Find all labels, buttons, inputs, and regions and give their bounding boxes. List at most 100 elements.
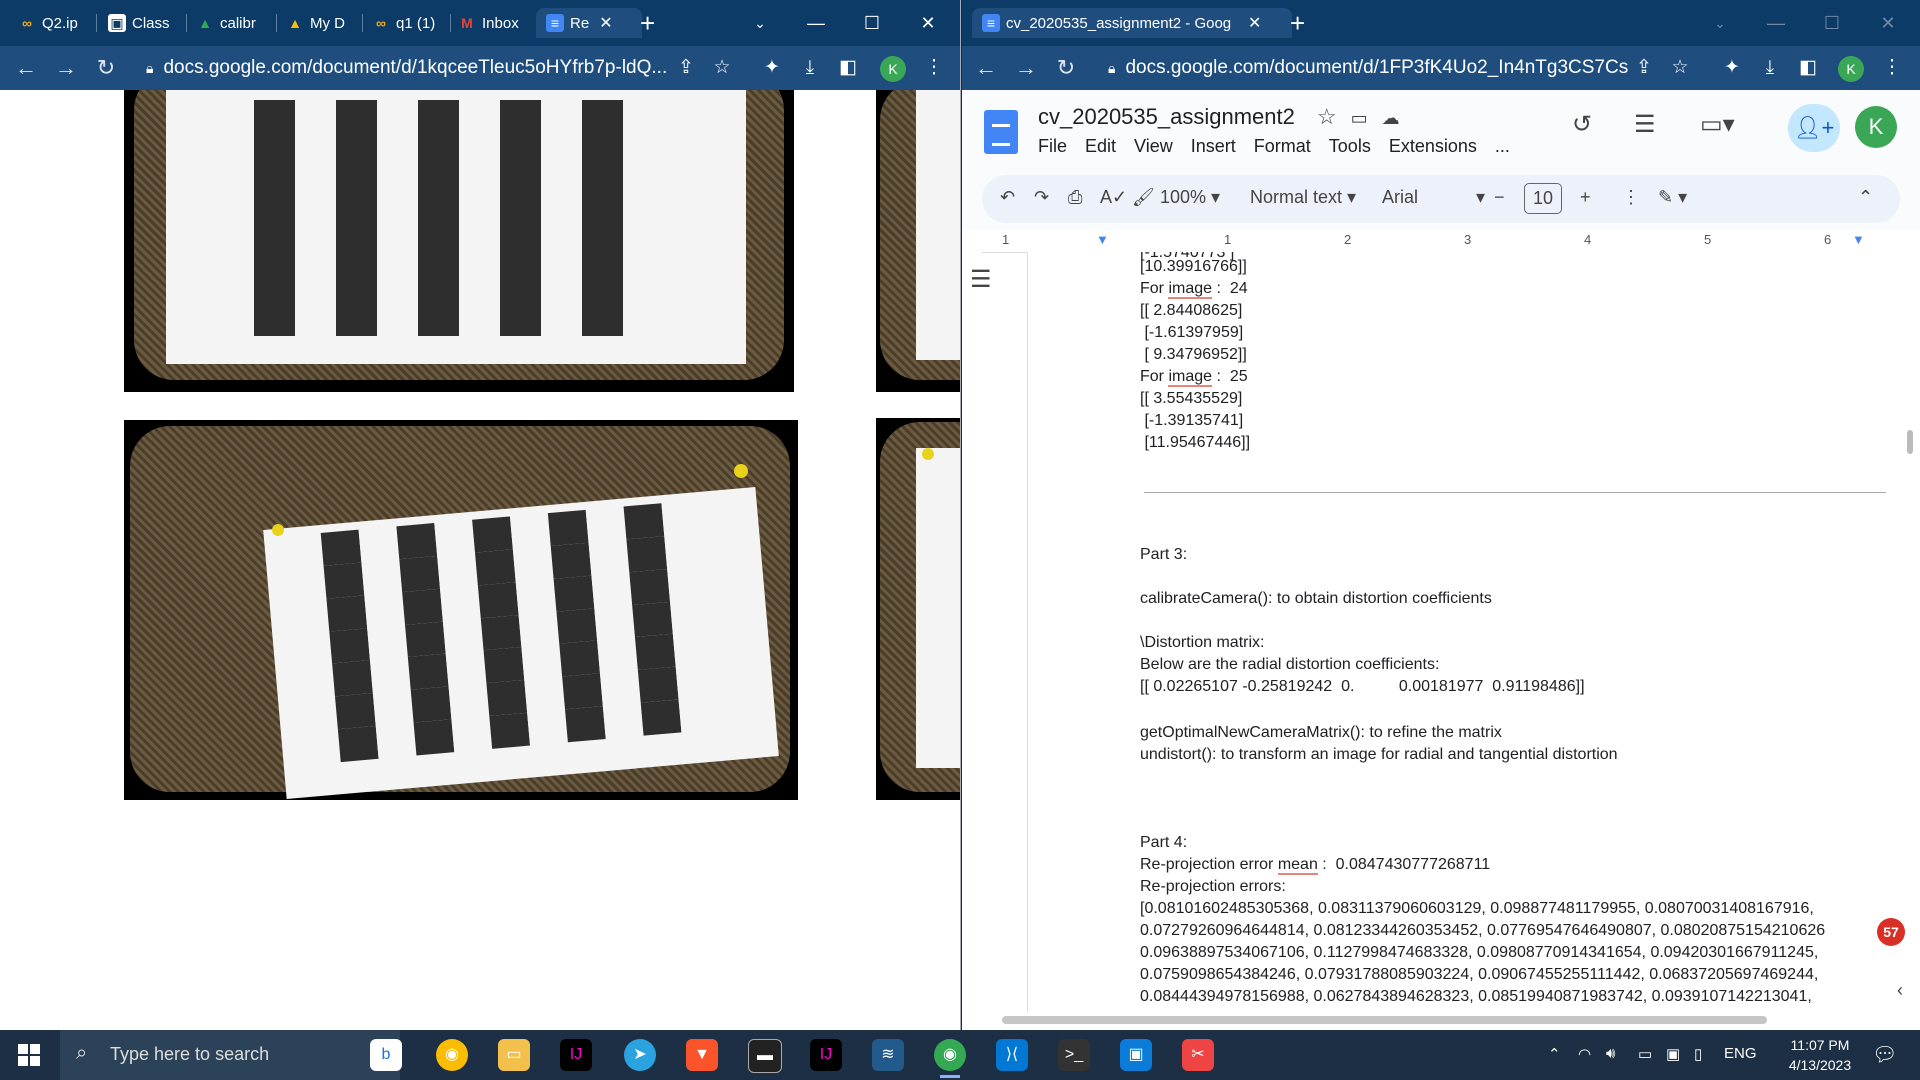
account-avatar[interactable]: K <box>1855 106 1897 148</box>
spellcheck-icon[interactable]: A✓ <box>1100 187 1127 208</box>
chrome-active-icon[interactable]: ◉ <box>934 1039 966 1078</box>
editing-mode-icon[interactable]: ✎ ▾ <box>1658 187 1687 208</box>
tray-overflow-icon[interactable]: ⌃ <box>1548 1045 1561 1063</box>
minimize-button[interactable]: — <box>788 0 844 46</box>
style-select[interactable]: Normal text ▾ <box>1250 187 1356 208</box>
bing-icon[interactable]: b <box>370 1039 402 1071</box>
profile-avatar[interactable]: K <box>880 56 906 82</box>
download-icon[interactable]: ⤓ <box>796 54 824 82</box>
paint-format-icon[interactable]: 🖌︎ <box>1132 187 1155 208</box>
menu-view[interactable]: View <box>1134 136 1173 157</box>
docs-logo-icon[interactable] <box>984 110 1018 154</box>
mysql-workbench-icon[interactable]: ≋ <box>872 1039 904 1071</box>
tab-my-drive[interactable]: ▲ My D <box>286 8 362 38</box>
print-icon[interactable]: ⎙ <box>1068 187 1082 208</box>
indent-marker-icon[interactable]: ▼ <box>1096 232 1109 247</box>
share-button[interactable]: 👤︎+ <box>1788 104 1840 152</box>
wifi-icon[interactable]: ◠ <box>1578 1045 1591 1063</box>
chrome-icon[interactable]: ◉ <box>436 1039 468 1071</box>
brave-icon[interactable]: ▼ <box>686 1039 718 1071</box>
cmd-icon[interactable]: >_ <box>1058 1039 1090 1071</box>
close-icon[interactable]: ✕ <box>1248 13 1261 33</box>
tab-inbox[interactable]: M Inbox <box>458 8 532 38</box>
close-icon[interactable]: ✕ <box>599 13 612 33</box>
star-icon[interactable]: ☆ <box>1317 104 1337 129</box>
vertical-scrollbar[interactable] <box>1907 430 1913 454</box>
file-explorer-icon[interactable]: ▭ <box>498 1039 530 1071</box>
share-icon[interactable]: ⇪ <box>1630 54 1658 82</box>
menu-edit[interactable]: Edit <box>1085 136 1116 157</box>
tab-report[interactable]: ≡ Re ✕ <box>536 8 642 38</box>
horizontal-scrollbar[interactable] <box>1002 1016 1767 1024</box>
url-field[interactable]: 🔒︎ docs.google.com/document/d/1FP3fK4Uo2_… <box>1108 53 1628 83</box>
telegram-icon[interactable]: ➤ <box>624 1039 656 1071</box>
reload-icon[interactable]: ↻ <box>1052 54 1080 82</box>
menu-extensions[interactable]: Extensions <box>1389 136 1477 157</box>
meet-now-icon[interactable]: ▣ <box>1666 1045 1680 1063</box>
menu-insert[interactable]: Insert <box>1191 136 1236 157</box>
side-panel-icon[interactable]: ◧ <box>1794 54 1822 82</box>
language-indicator[interactable]: ENG <box>1724 1045 1757 1062</box>
close-window-button[interactable]: ✕ <box>1860 0 1916 46</box>
increase-font-size-button[interactable]: + <box>1580 187 1591 208</box>
comments-icon[interactable]: ☰ <box>1634 110 1656 139</box>
minimize-button[interactable]: — <box>1748 0 1804 46</box>
tab-calibr[interactable]: ▲ calibr <box>196 8 272 38</box>
menu-icon[interactable]: ⋮ <box>920 54 948 82</box>
intellij-icon[interactable]: IJ <box>560 1039 592 1071</box>
menu-icon[interactable]: ⋮ <box>1878 54 1906 82</box>
undo-icon[interactable]: ↶ <box>1000 187 1015 208</box>
tab-search-icon[interactable]: ⌄ <box>732 0 788 46</box>
menu-more[interactable]: ... <box>1495 136 1510 157</box>
move-folder-icon[interactable]: ▭ <box>1351 108 1368 128</box>
taskbar-search[interactable]: ⌕ Type here to search <box>60 1030 400 1080</box>
new-tab-button[interactable]: + <box>1290 8 1305 38</box>
side-panel-toggle-icon[interactable]: ‹ <box>1897 980 1903 1001</box>
extensions-icon[interactable]: ✦ <box>758 54 786 82</box>
document-title[interactable]: cv_2020535_assignment2 ☆ ▭ ☁ <box>1038 104 1400 130</box>
close-window-button[interactable]: ✕ <box>900 0 956 46</box>
menu-format[interactable]: Format <box>1254 136 1311 157</box>
side-panel-icon[interactable]: ◧ <box>834 54 862 82</box>
maximize-button[interactable]: ☐ <box>1804 0 1860 46</box>
menu-file[interactable]: File <box>1038 136 1067 157</box>
profile-avatar[interactable]: K <box>1838 56 1864 82</box>
grammarly-badge[interactable]: 57 <box>1877 918 1905 946</box>
extensions-icon[interactable]: ✦ <box>1718 54 1746 82</box>
notifications-icon[interactable]: 💬︎ <box>1872 1042 1897 1067</box>
volume-icon[interactable]: 🔊︎ <box>1606 1045 1615 1062</box>
tab-q2[interactable]: ∞ Q2.ip <box>18 8 90 38</box>
document-page[interactable]: [-1.5740773 ] [10.39916766]] For image :… <box>1027 252 1918 1012</box>
decrease-font-size-button[interactable]: − <box>1494 187 1505 208</box>
back-icon[interactable]: ← <box>12 54 40 82</box>
new-tab-button[interactable]: + <box>640 8 655 38</box>
clock[interactable]: 11:07 PM 4/13/2023 <box>1770 1035 1870 1075</box>
battery-icon[interactable]: ▭ <box>1638 1045 1652 1063</box>
windows-start-icon[interactable] <box>18 1044 40 1066</box>
font-select[interactable]: Arial ▾ <box>1382 187 1485 208</box>
right-indent-marker-icon[interactable]: ▼ <box>1852 232 1865 247</box>
version-history-icon[interactable]: ↺ <box>1572 110 1592 139</box>
menu-tools[interactable]: Tools <box>1329 136 1371 157</box>
vscode-icon[interactable]: ⟩⟨ <box>996 1039 1028 1071</box>
tab-cv-assignment[interactable]: ≡ cv_2020535_assignment2 - Goog ✕ <box>972 8 1292 38</box>
font-size-field[interactable]: 10 <box>1524 183 1563 214</box>
url-field[interactable]: 🔒︎ docs.google.com/document/d/1kqceeTleuc… <box>146 53 676 83</box>
onedrive-icon[interactable]: ▯ <box>1694 1045 1702 1063</box>
star-icon[interactable]: ☆ <box>1666 54 1694 82</box>
virtualbox-icon[interactable]: ▣ <box>1120 1039 1152 1071</box>
back-icon[interactable]: ← <box>972 54 1000 82</box>
snipping-tool-icon[interactable]: ✂ <box>1182 1039 1214 1071</box>
zoom-select[interactable]: 100% ▾ <box>1160 187 1220 208</box>
tab-q1[interactable]: ∞ q1 (1) <box>372 8 446 38</box>
maximize-button[interactable]: ☐ <box>844 0 900 46</box>
intellij-2-icon[interactable]: IJ <box>810 1039 842 1071</box>
collapse-toolbar-icon[interactable]: ⌃ <box>1858 187 1873 208</box>
share-icon[interactable]: ⇪ <box>672 54 700 82</box>
meet-icon[interactable]: ▭▾ <box>1700 110 1735 139</box>
star-icon[interactable]: ☆ <box>708 54 736 82</box>
forward-icon[interactable]: → <box>1012 54 1040 82</box>
forward-icon[interactable]: → <box>52 54 80 82</box>
terminal-icon[interactable]: ▬ <box>748 1039 782 1073</box>
tab-classroom[interactable]: ▣ Class <box>108 8 180 38</box>
